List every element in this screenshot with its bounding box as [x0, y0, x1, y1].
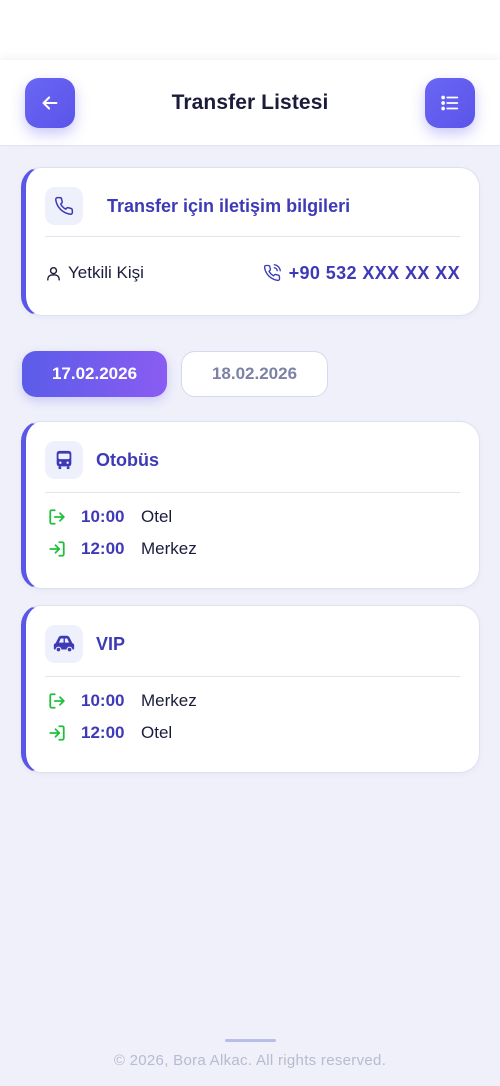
transfer-card-vip[interactable]: VIP 10:00 Merkez 12:00 Otel: [21, 605, 480, 773]
stop-place: Merkez: [141, 539, 197, 558]
status-bar-area: [0, 0, 500, 60]
transfer-type-label: Otobüs: [96, 449, 159, 470]
phone-icon: [55, 196, 74, 215]
back-button[interactable]: [25, 78, 75, 128]
bus-icon: [56, 450, 72, 470]
contact-info-card: Transfer için iletişim bilgileri Yetkili…: [21, 167, 480, 316]
stop-place: Otel: [141, 723, 173, 742]
contact-card-title: Transfer için iletişim bilgileri: [107, 195, 351, 216]
transfer-card-bus[interactable]: Otobüs 10:00 Otel 12:00 Merkez: [21, 421, 480, 589]
page-title: Transfer Listesi: [171, 90, 329, 114]
divider: [45, 492, 460, 493]
divider: [45, 236, 460, 237]
stop-place: Otel: [141, 507, 173, 526]
arrow-left-icon: [42, 96, 58, 110]
transfer-card-header: VIP: [45, 624, 460, 664]
stop-time: 10:00: [81, 691, 125, 710]
stop-row-departure: 10:00 Otel: [48, 504, 172, 530]
log-out-icon: [49, 693, 65, 709]
transfer-card-header: Otobüs: [45, 440, 460, 480]
menu-button[interactable]: [425, 78, 475, 128]
footer-divider: [225, 1039, 276, 1042]
phone-call-icon: [263, 264, 281, 282]
user-icon: [47, 266, 60, 281]
stop-place: Merkez: [141, 691, 197, 710]
date-tab-1[interactable]: 17.02.2026: [22, 351, 167, 397]
contact-person-label: Yetkili Kişi: [68, 263, 144, 282]
contact-phone-link[interactable]: +90 532 XXX XX XX: [263, 263, 460, 284]
list-icon: [441, 95, 459, 111]
log-in-icon: [49, 725, 65, 741]
stop-row-arrival: 12:00 Merkez: [48, 536, 197, 562]
stop-time: 12:00: [81, 539, 125, 558]
transfer-type-label: VIP: [96, 633, 126, 654]
date-tab-2[interactable]: 18.02.2026: [181, 351, 328, 397]
car-icon-box: [45, 625, 83, 663]
contact-person: Yetkili Kişi: [45, 263, 144, 283]
bus-icon-box: [45, 441, 83, 479]
stop-time: 12:00: [81, 723, 125, 742]
car-icon: [53, 635, 75, 653]
contact-phone-number: +90 532 XXX XX XX: [288, 262, 460, 283]
footer-copyright: © 2026, Bora Alkac. All rights reserved.: [113, 1052, 387, 1069]
contact-card-header: Transfer için iletişim bilgileri: [45, 186, 460, 226]
log-in-icon: [49, 541, 65, 557]
phone-icon-box: [45, 187, 83, 225]
app-header: Transfer Listesi: [0, 60, 500, 146]
stop-row-departure: 10:00 Merkez: [48, 688, 197, 714]
stop-row-arrival: 12:00 Otel: [48, 720, 172, 746]
stop-time: 10:00: [81, 507, 125, 526]
contact-row: Yetkili Kişi +90 532 XXX XX XX: [45, 260, 460, 286]
log-out-icon: [49, 509, 65, 525]
divider: [45, 676, 460, 677]
